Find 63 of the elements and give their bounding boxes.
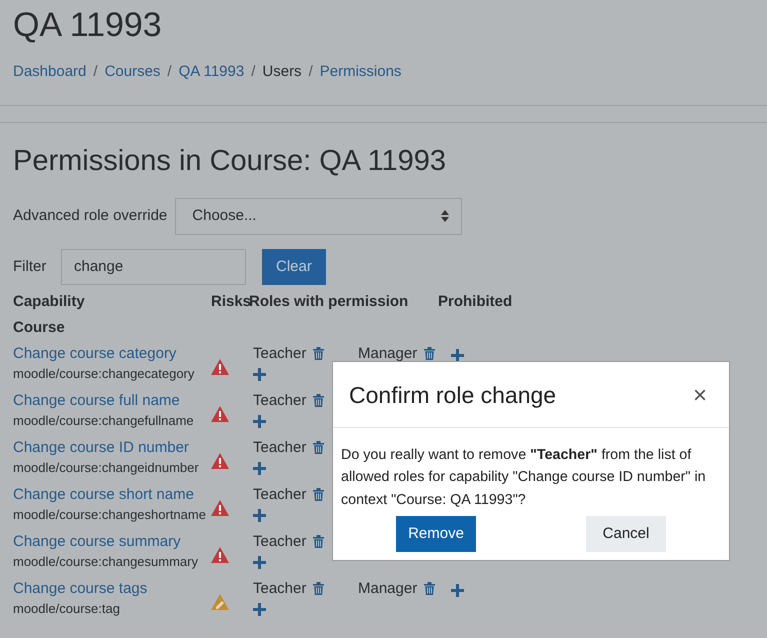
role-name: Manager bbox=[358, 344, 418, 364]
plus-icon[interactable] bbox=[253, 603, 266, 616]
breadcrumb-separator: / bbox=[167, 62, 172, 82]
column-header: Prohibited bbox=[438, 292, 512, 312]
breadcrumb-link[interactable]: Permissions bbox=[320, 60, 402, 83]
cancel-button[interactable]: Cancel bbox=[586, 516, 666, 552]
plus-icon[interactable] bbox=[253, 509, 266, 522]
breadcrumb-separator: / bbox=[251, 62, 256, 82]
plus-icon[interactable] bbox=[253, 415, 266, 428]
capability-name: moodle/course:tag bbox=[13, 600, 121, 618]
breadcrumb-link[interactable]: QA 11993 bbox=[178, 60, 244, 83]
role-override-select[interactable]: Choose... bbox=[175, 198, 462, 235]
capability-link[interactable]: Change course summary bbox=[13, 532, 211, 552]
breadcrumb-link[interactable]: Dashboard bbox=[13, 60, 86, 83]
plus-icon[interactable] bbox=[451, 584, 464, 597]
role-name: Teacher bbox=[253, 484, 306, 505]
role-name: Teacher bbox=[253, 344, 306, 364]
capability-link[interactable]: Change course ID number bbox=[13, 438, 211, 458]
role-name: Manager bbox=[358, 578, 418, 599]
close-button[interactable]: × bbox=[686, 384, 713, 408]
dialog-message: Do you really want to remove "Teacher" from the list of allowed roles for capability "Change course ID number" in context "Course: QA 11993"? bbox=[341, 446, 707, 510]
capability-link[interactable]: Change course full name bbox=[13, 390, 211, 411]
capability-link[interactable]: Change course tags bbox=[13, 578, 211, 599]
capability-link[interactable]: Change course short name bbox=[13, 484, 211, 505]
column-header: Roles with permission bbox=[249, 292, 410, 312]
capability-name: moodle/course:changeidnumber bbox=[13, 458, 200, 477]
trash-icon[interactable] bbox=[424, 582, 436, 596]
field-label: Filter bbox=[13, 256, 48, 277]
field-label: Advanced role override bbox=[13, 206, 168, 226]
plus-icon[interactable] bbox=[253, 462, 266, 476]
role-name: Teacher bbox=[253, 578, 306, 599]
breadcrumb-link[interactable]: Courses bbox=[104, 60, 160, 83]
trash-icon[interactable] bbox=[313, 394, 324, 408]
capability-name: moodle/course:changeshortname bbox=[13, 506, 207, 524]
capability-link[interactable]: Change course category bbox=[13, 344, 211, 364]
dialog-title: Confirm role change bbox=[349, 382, 556, 410]
plus-icon[interactable] bbox=[253, 368, 266, 382]
capability-name: moodle/course:changefullname bbox=[13, 412, 195, 430]
capability-name: moodle/course:changesummary bbox=[13, 552, 199, 571]
section-label: Course bbox=[13, 318, 66, 338]
breadcrumb-separator: / bbox=[93, 62, 98, 82]
plus-icon[interactable] bbox=[451, 348, 464, 362]
trash-icon[interactable] bbox=[313, 582, 324, 596]
breadcrumb-separator: / bbox=[308, 62, 313, 82]
plus-icon[interactable] bbox=[253, 556, 266, 570]
column-header: Capability bbox=[13, 292, 86, 312]
trash-icon[interactable] bbox=[313, 488, 324, 502]
trash-icon[interactable] bbox=[313, 441, 324, 454]
clear-button[interactable]: Clear bbox=[262, 248, 326, 285]
capability-name: moodle/course:changecategory bbox=[13, 364, 196, 383]
role-name: Teacher bbox=[253, 390, 306, 411]
role-name: Teacher bbox=[253, 438, 306, 458]
column-header: Risks bbox=[211, 292, 249, 312]
breadcrumb-current: Users bbox=[262, 62, 302, 82]
sort-caret-icon bbox=[441, 210, 450, 222]
trash-icon[interactable] bbox=[424, 347, 436, 360]
filter-field[interactable]: change bbox=[61, 248, 246, 285]
role-name: Teacher bbox=[253, 532, 306, 552]
section-heading: Permissions in Course: QA 11993 bbox=[13, 144, 448, 179]
remove-button[interactable]: Remove bbox=[396, 516, 476, 552]
trash-icon[interactable] bbox=[313, 535, 324, 548]
trash-icon[interactable] bbox=[313, 347, 324, 360]
page-title: QA 11993 bbox=[13, 5, 163, 46]
